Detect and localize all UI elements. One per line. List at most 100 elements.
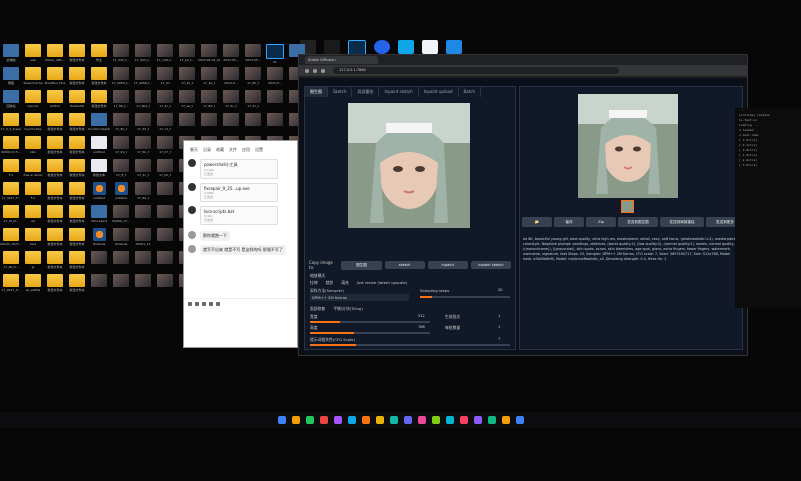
- desktop-icon[interactable]: 17_9f_N...: [0, 203, 22, 226]
- desktop-icon[interactable]: [132, 272, 154, 295]
- taskbar-app-icon[interactable]: [515, 416, 524, 424]
- url-field[interactable]: 127.0.0.1:7860: [333, 67, 619, 74]
- steps-slider[interactable]: [420, 296, 510, 298]
- desktop-icon[interactable]: wl_swiftel: [22, 272, 44, 295]
- desktop-icon[interactable]: 2023-04-01_09...: [198, 42, 220, 65]
- copy-to-inpaint-button[interactable]: inpaint: [427, 261, 468, 269]
- desktop-icon[interactable]: 17_hd: [154, 65, 176, 88]
- desktop-icon[interactable]: 新建文件夹: [66, 42, 88, 65]
- taskbar-app-icon[interactable]: [333, 416, 342, 424]
- img2img-tab[interactable]: 图生图: [305, 87, 328, 97]
- copy-to-inpaint-sketch-button[interactable]: inpaint sketch: [470, 261, 511, 269]
- height-value[interactable]: 768: [418, 325, 425, 329]
- tiling-checkbox[interactable]: 平铺/分块(Tiling): [333, 306, 363, 312]
- desktop-icon[interactable]: [154, 249, 176, 272]
- desktop-icon[interactable]: 17_5b_t: [132, 134, 154, 157]
- desktop-icon[interactable]: test: [22, 226, 44, 249]
- width-value[interactable]: 512: [418, 314, 425, 318]
- app-icon[interactable]: [324, 40, 340, 54]
- desktop-icon[interactable]: 17_5c_t: [220, 88, 242, 111]
- desktop-icon[interactable]: [264, 88, 286, 111]
- desktop-icon[interactable]: brifind: [44, 88, 66, 111]
- chat-tab[interactable]: 设置: [255, 147, 263, 153]
- desktop-icon[interactable]: 新建文件夹: [44, 134, 66, 157]
- desktop-icon[interactable]: ueb: [22, 42, 44, 65]
- desktop-icon[interactable]: 新建文件夹: [66, 157, 88, 180]
- desktop-icon[interactable]: 新建文件夹: [66, 180, 88, 203]
- desktop-icon[interactable]: 17_8d_t: [198, 88, 220, 111]
- desktop-icon[interactable]: untitled: [88, 134, 110, 157]
- desktop-icon[interactable]: 新建文件夹: [88, 65, 110, 88]
- desktop-icon[interactable]: 新建文件夹: [66, 249, 88, 272]
- desktop-icon[interactable]: 17_c2_t: [154, 111, 176, 134]
- batch-count-value[interactable]: 1: [498, 314, 500, 318]
- input-image[interactable]: [348, 103, 470, 228]
- desktop-icon[interactable]: 此电脑: [0, 42, 22, 65]
- desktop-icon[interactable]: 17_40_t: [132, 111, 154, 134]
- desktop-icon[interactable]: 17_2c_t: [132, 157, 154, 180]
- desktop-icon[interactable]: Scratch Desktop: [88, 111, 110, 134]
- desktop-icon[interactable]: 17_4d_t: [176, 65, 198, 88]
- steps-value[interactable]: 20: [498, 288, 502, 292]
- open-folder-button[interactable]: 📁: [522, 217, 552, 227]
- taskbar-app-icon[interactable]: [375, 416, 384, 424]
- desktop-icon[interactable]: 17_8e_t: [132, 180, 154, 203]
- desktop-icon[interactable]: F:1: [22, 180, 44, 203]
- taskbar-app-icon[interactable]: [403, 416, 412, 424]
- taskbar-app-icon[interactable]: [487, 416, 496, 424]
- desktop-icon[interactable]: 17_4d5_t...: [110, 42, 132, 65]
- scissors-icon[interactable]: [195, 302, 199, 306]
- gallery-thumbnail[interactable]: [621, 200, 634, 213]
- taskbar-app-icon[interactable]: [445, 416, 454, 424]
- height-slider[interactable]: [310, 332, 430, 334]
- sampler-select[interactable]: DPM++ 2M Karras: [310, 294, 409, 301]
- desktop-icon[interactable]: hanchu: [22, 88, 44, 111]
- desktop-icon[interactable]: 17_0_2_Super: [0, 111, 22, 134]
- desktop-icon[interactable]: 新建文件夹: [66, 226, 88, 249]
- desktop-icon[interactable]: 00009 [1:5...: [0, 134, 22, 157]
- desktop-icon[interactable]: [110, 272, 132, 295]
- desktop-icon[interactable]: Ps: [264, 42, 286, 65]
- desktop-icon[interactable]: ad: [22, 203, 44, 226]
- desktop-icon[interactable]: 新建文件夹: [66, 134, 88, 157]
- output-image[interactable]: [578, 94, 678, 198]
- desktop-icon[interactable]: 17_1d8_t...: [154, 42, 176, 65]
- back-icon[interactable]: [305, 68, 309, 73]
- desktop-icon[interactable]: 17_9950_t...: [110, 65, 132, 88]
- desktop-icon[interactable]: 17_9b_t: [110, 111, 132, 134]
- app-icon[interactable]: [398, 40, 414, 54]
- app-icon[interactable]: [422, 40, 438, 54]
- taskbar-app-icon[interactable]: [431, 416, 440, 424]
- desktop-icon[interactable]: 新建文件夹: [44, 249, 66, 272]
- desktop-icon[interactable]: gl: [22, 249, 44, 272]
- desktop-icon[interactable]: dtnterial: [88, 226, 110, 249]
- desktop-icon[interactable]: [154, 272, 176, 295]
- desktop-icon[interactable]: [154, 203, 176, 226]
- chat-tab[interactable]: 记录: [203, 147, 211, 153]
- desktop-icon[interactable]: dhcs.blend: [88, 203, 110, 226]
- taskbar-app-icon[interactable]: [459, 416, 468, 424]
- chat-tab[interactable]: 应用: [242, 147, 250, 153]
- chat-input-area[interactable]: [184, 298, 297, 347]
- reload-icon[interactable]: [321, 68, 325, 73]
- taskbar-app-icon[interactable]: [291, 416, 300, 424]
- desktop-icon[interactable]: [132, 249, 154, 272]
- zip-button[interactable]: Zip: [586, 217, 616, 227]
- img2img-tab[interactable]: Inpaint sketch: [379, 87, 419, 97]
- desktop-icon[interactable]: [198, 111, 220, 134]
- desktop-icon[interactable]: 新建文件夹: [44, 226, 66, 249]
- desktop-icon[interactable]: F:1: [0, 157, 22, 180]
- desktop-icon[interactable]: 00091_11: [132, 226, 154, 249]
- desktop-icon[interactable]: 17_8b_t...: [110, 88, 132, 111]
- desktop-icon[interactable]: 2023-0...: [220, 65, 242, 88]
- resize-option[interactable]: Just resize (latent upscale): [357, 280, 407, 286]
- desktop-icon[interactable]: 17_9958_t...: [132, 65, 154, 88]
- img2img-tab[interactable]: Sketch: [328, 87, 353, 97]
- desktop-icon[interactable]: 17_9b17_9...: [0, 272, 22, 295]
- desktop-icon[interactable]: 新建文本: [88, 157, 110, 180]
- desktop-icon[interactable]: 17_9b17_F...: [0, 180, 22, 203]
- desktop-icon[interactable]: untitled: [110, 180, 132, 203]
- desktop-icon[interactable]: 00099_17...: [110, 203, 132, 226]
- copy-to-img2img-button[interactable]: 图生图: [341, 260, 382, 270]
- resize-option[interactable]: 填充: [341, 280, 349, 286]
